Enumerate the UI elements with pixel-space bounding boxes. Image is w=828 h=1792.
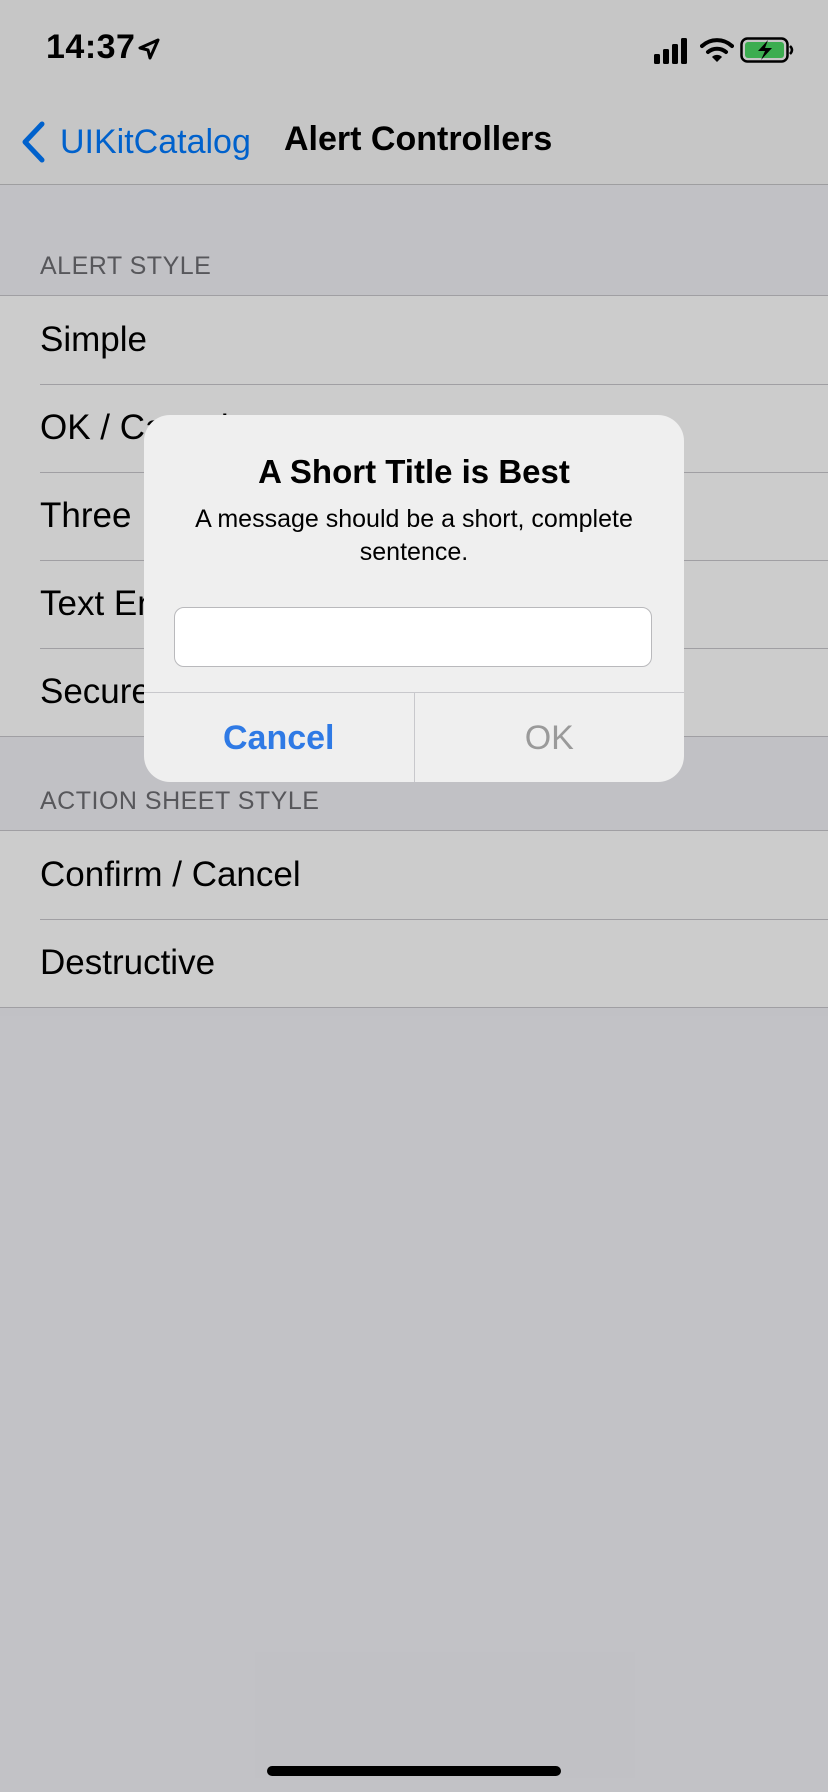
home-indicator[interactable] (267, 1766, 561, 1776)
cancel-button[interactable]: Cancel (144, 693, 415, 782)
ok-button[interactable]: OK (415, 693, 685, 782)
screen: 14:37 UIKitCatalog Alert Controllers ALE… (0, 0, 828, 1792)
alert-message: A message should be a short, complete se… (195, 505, 633, 566)
alert-dialog: A Short Title is Best A message should b… (144, 415, 684, 782)
alert-title: A Short Title is Best (258, 453, 570, 490)
dim-overlay (0, 0, 828, 1792)
alert-actions: Cancel OK (144, 692, 684, 782)
alert-text-field[interactable] (174, 607, 652, 667)
